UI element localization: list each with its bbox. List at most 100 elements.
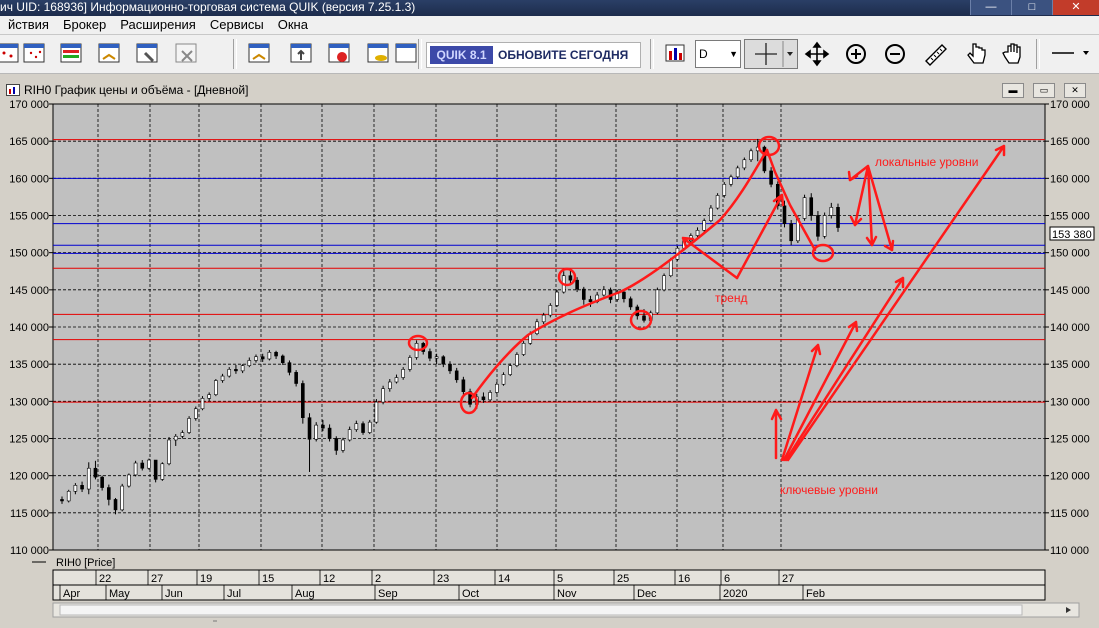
x-day-label: 27	[151, 573, 163, 585]
price-bar	[802, 197, 807, 219]
price-bar	[387, 381, 392, 389]
price-bar	[140, 462, 145, 469]
portfolio-icon[interactable]	[364, 39, 392, 67]
price-bar	[361, 423, 365, 433]
x-day-label: 14	[498, 573, 510, 585]
trades-table-icon[interactable]	[245, 39, 273, 67]
y-tick-label: 160 000	[9, 173, 49, 185]
trend-label: тренд	[715, 291, 747, 305]
quik-update-banner[interactable]: QUIK 8.1 ОБНОВИТЕ СЕГОДНЯ	[426, 42, 641, 68]
price-bar	[367, 421, 372, 433]
price-bar	[822, 215, 827, 237]
close-button[interactable]: ✕	[1052, 0, 1099, 15]
price-bar	[267, 351, 272, 360]
y-tick-label: 115 000	[1050, 508, 1089, 520]
price-bar	[602, 289, 606, 296]
price-bar	[214, 380, 218, 395]
price-bar	[354, 423, 359, 430]
zoom-in-icon[interactable]	[843, 41, 869, 67]
price-bar	[327, 427, 332, 439]
price-bar	[454, 370, 459, 381]
price-bar	[434, 356, 439, 359]
key-levels-label: ключевые уровни	[780, 483, 878, 497]
price-bar	[280, 355, 285, 363]
price-bar	[816, 215, 820, 237]
quik-version-badge: QUIK 8.1	[430, 46, 493, 64]
price-bar	[742, 159, 747, 169]
menu-services[interactable]: Сервисы	[202, 16, 270, 34]
timeframe-select[interactable]: D ▼	[695, 40, 741, 68]
chart-restore-button[interactable]: ▭	[1033, 83, 1055, 98]
minimize-button[interactable]: —	[970, 0, 1011, 15]
x-day-label: 16	[678, 573, 690, 585]
pan-hand-icon[interactable]	[1000, 40, 1028, 68]
chart-minimize-button[interactable]: ▬	[1002, 83, 1024, 98]
chart-type-icon[interactable]	[661, 39, 689, 67]
order-table-icon[interactable]	[95, 39, 123, 67]
chart-window-title-bar: RIH0 График цены и объёма - [Дневной] ▬ …	[0, 80, 1095, 100]
price-bar	[254, 356, 258, 361]
y-tick-label: 170 000	[1050, 100, 1090, 111]
crosshair-button[interactable]	[744, 39, 798, 69]
price-bar	[66, 490, 71, 502]
price-bar	[408, 357, 412, 370]
chart-window-title: RIH0 График цены и объёма - [Дневной]	[24, 83, 249, 97]
price-bar	[642, 315, 646, 321]
price-bar	[60, 499, 64, 502]
price-bar	[347, 429, 352, 441]
price-bar	[220, 375, 225, 381]
pointer-hand-icon[interactable]	[962, 40, 990, 68]
price-bar	[655, 289, 660, 314]
price-bar	[401, 369, 405, 378]
y-tick-label: 155 000	[1050, 211, 1090, 223]
scrollbar-thumb[interactable]	[59, 604, 1023, 616]
price-bar	[782, 205, 787, 224]
window-controls: — □ ✕	[970, 0, 1099, 16]
y-tick-label: 125 000	[9, 434, 49, 446]
y-tick-label: 120 000	[9, 471, 49, 483]
menu-broker[interactable]: Брокер	[55, 16, 112, 34]
price-bar	[749, 150, 753, 161]
chart-window-icon[interactable]	[20, 39, 48, 67]
maximize-button[interactable]: □	[1011, 0, 1052, 15]
stop-orders-icon[interactable]	[287, 39, 315, 67]
price-bar	[628, 298, 633, 308]
menu-actions[interactable]: йствия	[0, 16, 55, 34]
price-bar	[722, 183, 727, 196]
zoom-out-icon[interactable]	[882, 41, 908, 67]
delete-table-icon[interactable]	[172, 39, 200, 67]
price-bar	[829, 207, 834, 216]
price-bar	[240, 365, 245, 372]
price-bar	[120, 485, 125, 511]
price-bar	[86, 467, 91, 490]
menu-windows[interactable]: Окна	[270, 16, 314, 34]
price-chart[interactable]: 110 000 115 000 120 000 125 000 130 000 135 0…	[0, 100, 1099, 628]
menu-extensions[interactable]: Расширения	[112, 16, 202, 34]
price-bar	[160, 463, 165, 480]
y-tick-label: 150 000	[1050, 248, 1090, 260]
app-title: ич UID: 168936] Информационно-торговая с…	[0, 0, 416, 14]
price-bar	[307, 417, 312, 440]
price-bar	[207, 394, 211, 399]
move-icon[interactable]	[803, 41, 831, 67]
x-day-label: 15	[262, 573, 274, 585]
price-bar	[374, 401, 379, 423]
line-style-select[interactable]	[1050, 43, 1094, 63]
price-bar	[488, 392, 492, 401]
money-limits-icon[interactable]	[325, 39, 353, 67]
positions-icon[interactable]	[392, 39, 420, 67]
chart-close-button[interactable]: ✕	[1064, 83, 1086, 98]
price-bar	[100, 476, 104, 488]
settings-table-icon[interactable]	[133, 39, 161, 67]
y-tick-label: 170 000	[9, 100, 49, 111]
price-bar	[133, 462, 138, 476]
price-bar	[555, 291, 559, 306]
current-table-icon[interactable]	[57, 39, 85, 67]
menu-bar: йствия Брокер Расширения Сервисы Окна	[0, 16, 1099, 35]
quotes-icon[interactable]	[0, 39, 22, 67]
timeframe-value: D	[699, 47, 708, 61]
price-bar	[501, 374, 506, 385]
price-bar	[441, 356, 446, 365]
ruler-icon[interactable]	[922, 41, 950, 67]
price-bar	[769, 170, 773, 185]
